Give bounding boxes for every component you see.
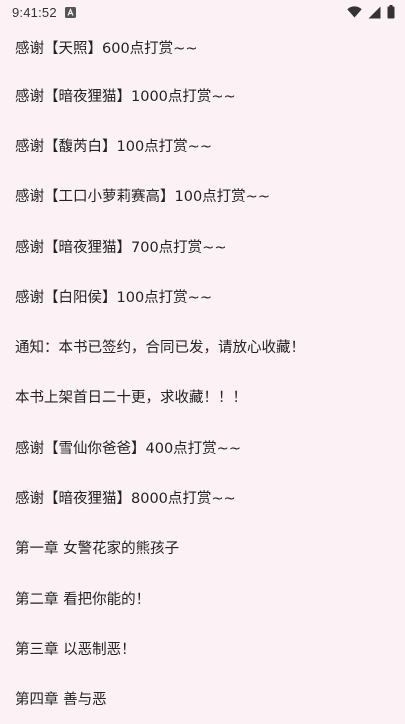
chapter-item[interactable]: 本书上架首日二十更，求收藏！！！	[0, 372, 405, 422]
battery-icon	[387, 5, 395, 19]
wifi-icon	[347, 6, 362, 18]
chapter-item[interactable]: 感谢【白阳侯】100点打赏~~	[0, 271, 405, 321]
chapter-item[interactable]: 感谢【工口小萝莉赛高】100点打赏~~	[0, 171, 405, 221]
status-bar: 9:41:52	[0, 0, 405, 24]
status-time: 9:41:52	[12, 4, 57, 20]
chapter-item[interactable]: 第三章 以恶制恶！	[0, 623, 405, 673]
status-right	[347, 5, 395, 19]
chapter-item[interactable]: 第二章 看把你能的！	[0, 573, 405, 623]
notification-a-icon	[64, 6, 76, 18]
chapter-item[interactable]: 感谢【暗夜狸猫】8000点打赏~~	[0, 472, 405, 522]
chapter-item[interactable]: 通知：本书已签约，合同已发，请放心收藏！	[0, 321, 405, 371]
chapter-item[interactable]: 感谢【雪仙你爸爸】400点打赏~~	[0, 422, 405, 472]
chapter-list: 感谢【天照】600点打赏~~ 感谢【暗夜狸猫】1000点打赏~~ 感谢【馥芮白】…	[0, 24, 405, 724]
signal-icon	[368, 6, 381, 19]
chapter-item[interactable]: 第四章 善与恶	[0, 674, 405, 724]
chapter-item[interactable]: 感谢【暗夜狸猫】700点打赏~~	[0, 221, 405, 271]
status-left: 9:41:52	[12, 5, 76, 20]
chapter-item[interactable]: 第一章 女警花家的熊孩子	[0, 523, 405, 573]
chapter-item[interactable]: 感谢【暗夜狸猫】1000点打赏~~	[0, 70, 405, 120]
chapter-item[interactable]: 感谢【馥芮白】100点打赏~~	[0, 120, 405, 170]
chapter-item[interactable]: 感谢【天照】600点打赏~~	[0, 24, 405, 70]
